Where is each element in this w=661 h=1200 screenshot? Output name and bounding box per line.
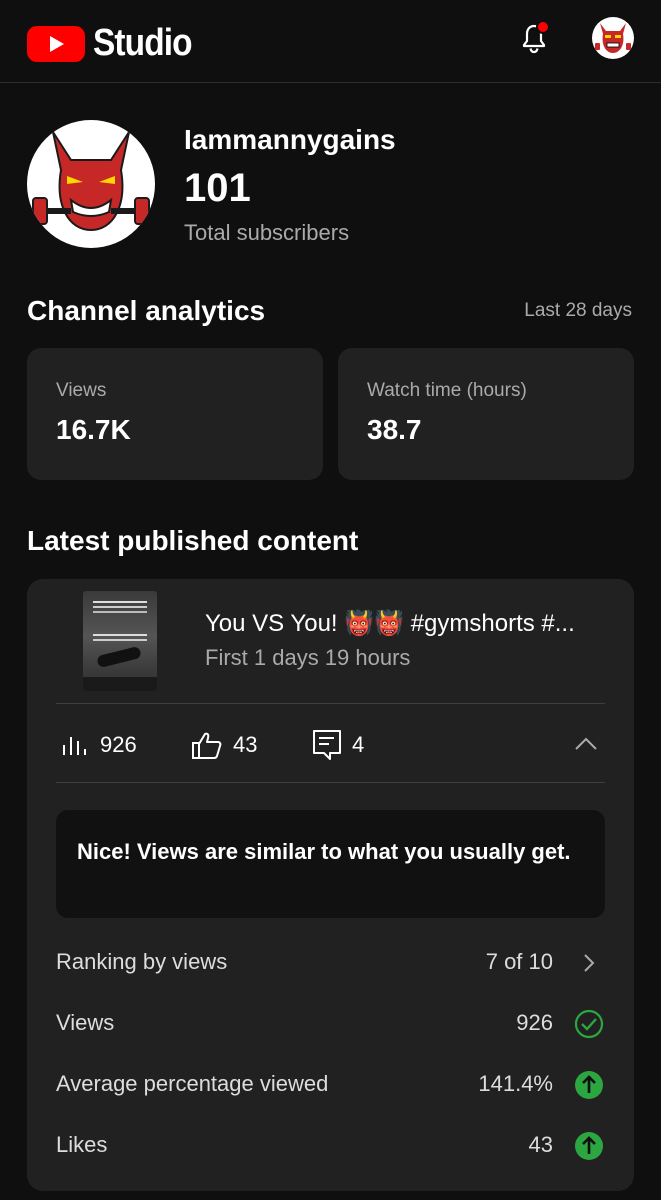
arrow-up-circle-icon	[573, 1069, 605, 1101]
views-card[interactable]: Views 16.7K	[27, 348, 323, 480]
watch-time-card[interactable]: Watch time (hours) 38.7	[338, 348, 634, 480]
watch-time-card-value: 38.7	[367, 414, 422, 445]
account-avatar[interactable]	[592, 17, 634, 59]
views-card-label: Views	[56, 380, 107, 401]
check-circle-icon	[573, 1008, 605, 1040]
avg-percentage-row: Average percentage viewed 141.4%	[56, 1065, 605, 1105]
ranking-row-label: Ranking by views	[56, 949, 228, 974]
channel-analytics-title: Channel analytics	[27, 295, 266, 326]
views-metric: 926	[60, 727, 137, 763]
views-metric-value: 926	[100, 732, 137, 757]
likes-row-value: 43	[528, 1132, 553, 1157]
subscriber-label: Total subscribers	[184, 220, 350, 245]
top-app-bar: Studio	[0, 0, 661, 83]
notification-bell-icon[interactable]	[514, 18, 554, 58]
avg-percentage-row-label: Average percentage viewed	[56, 1071, 329, 1096]
video-thumbnail[interactable]	[83, 591, 157, 691]
bar-chart-icon	[63, 737, 86, 755]
divider	[56, 703, 605, 704]
collapse-chevron-up-icon[interactable]	[573, 731, 599, 757]
divider	[56, 782, 605, 783]
likes-metric-value: 43	[233, 732, 258, 757]
arrow-up-circle-icon	[573, 1130, 605, 1162]
comment-icon	[313, 730, 341, 760]
chevron-right-icon	[573, 947, 605, 979]
likes-row: Likes 43	[56, 1126, 605, 1166]
views-row: Views 926	[56, 1004, 605, 1044]
views-card-value: 16.7K	[56, 414, 131, 445]
app-name: Studio	[93, 22, 193, 64]
channel-name: Iammannygains	[184, 124, 396, 155]
avg-percentage-row-value: 141.4%	[478, 1071, 553, 1096]
latest-content-title: Latest published content	[27, 525, 359, 556]
likes-row-label: Likes	[56, 1132, 108, 1157]
video-title[interactable]: You VS You! 👹👹 #gymshorts #...	[205, 609, 605, 638]
subscriber-count: 101	[184, 166, 251, 210]
thumbs-up-icon	[192, 732, 222, 759]
views-row-label: Views	[56, 1010, 115, 1035]
watch-time-card-label: Watch time (hours)	[367, 380, 527, 401]
latest-content-card: You VS You! 👹👹 #gymshorts #... First 1 d…	[27, 579, 634, 1191]
youtube-studio-logo[interactable]: Studio	[27, 22, 205, 65]
comments-metric: 4	[312, 727, 364, 763]
youtube-logo-icon	[27, 25, 85, 62]
insight-text: Nice! Views are similar to what you usua…	[77, 839, 571, 864]
ranking-row[interactable]: Ranking by views 7 of 10	[56, 943, 605, 983]
channel-avatar[interactable]	[27, 120, 155, 248]
views-row-value: 926	[516, 1010, 553, 1035]
insight-box: Nice! Views are similar to what you usua…	[56, 810, 605, 918]
analytics-period: Last 28 days	[524, 300, 632, 321]
likes-metric: 43	[191, 727, 257, 763]
video-age: First 1 days 19 hours	[205, 645, 411, 670]
comments-metric-value: 4	[352, 732, 365, 757]
ranking-row-value: 7 of 10	[485, 949, 553, 974]
